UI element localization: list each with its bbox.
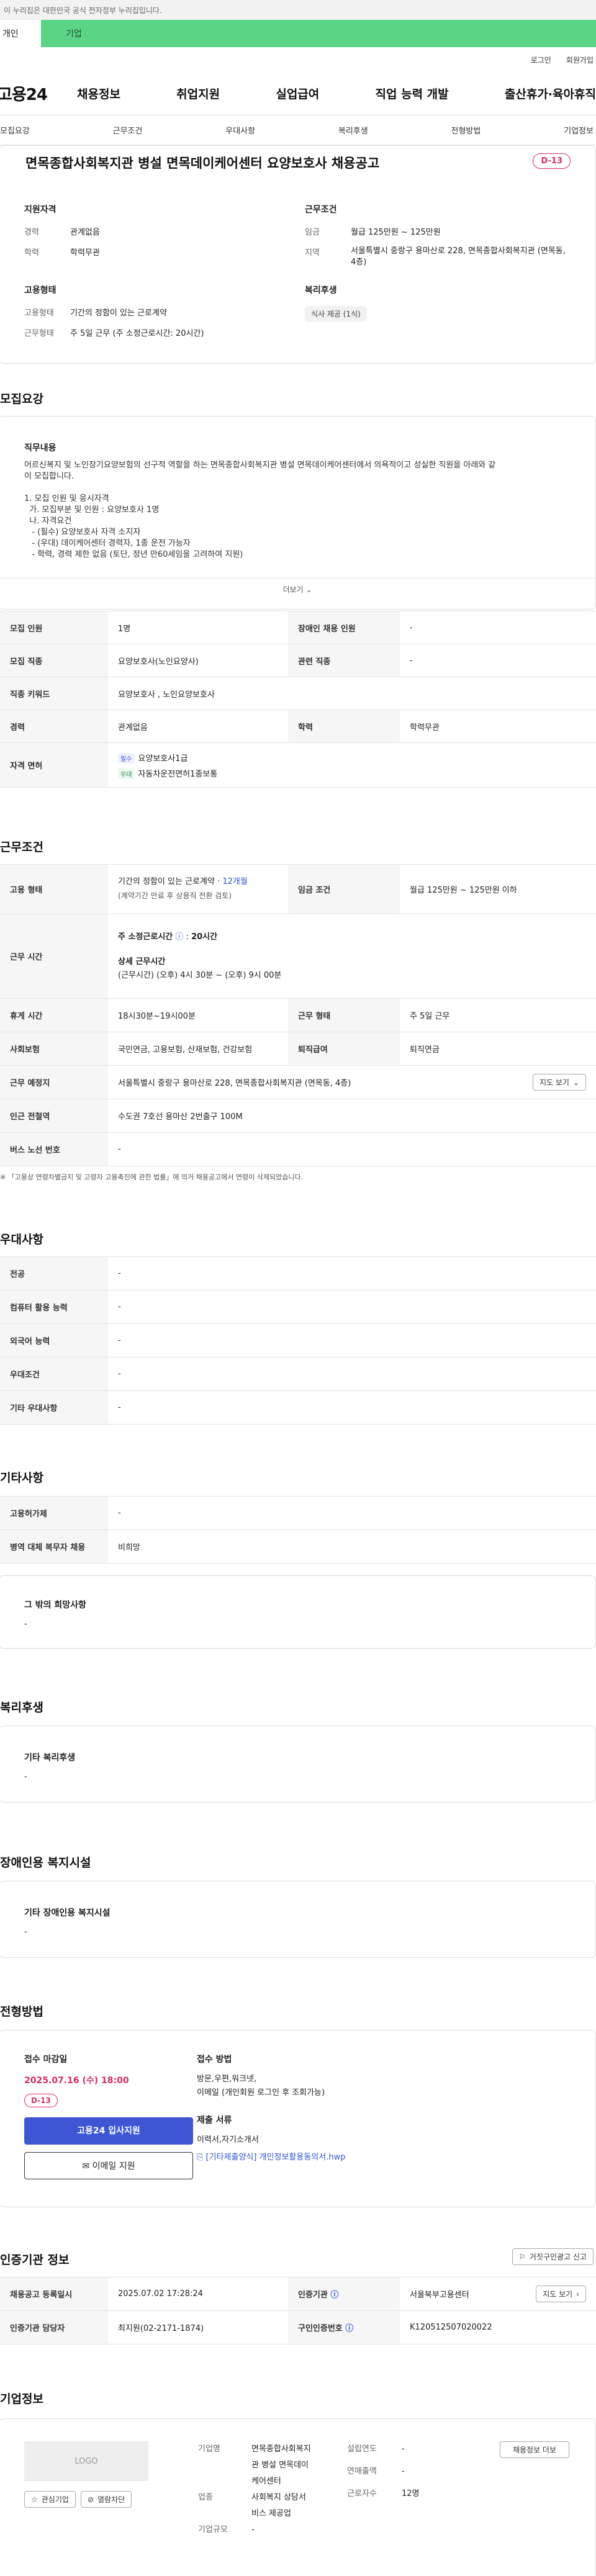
agency-table: 채용공고 등록일시 2025.07.02 17:28:24 인증기관 ⓘ 서울북부고…	[0, 2277, 596, 2344]
work-table: 고용 형태 기간의 정함이 있는 근로계약 · 12개월 (계약기간 만료 후 상…	[0, 864, 596, 1166]
description-line: - 학력, 경력 제한 없음 (토단, 정년 만60세임을 고려하여 지원)	[24, 550, 243, 559]
signup-link[interactable]: 회원가입	[566, 55, 594, 65]
pref-section-title: 우대사항	[0, 1233, 43, 1246]
subnav-process[interactable]: 전형방법	[451, 124, 481, 136]
subnav-work[interactable]: 근무조건	[113, 124, 143, 136]
map-button[interactable]: 지도 보기 ⌄	[532, 1074, 586, 1091]
main-nav: 고용24 채용정보 취업지원 실업급여 직업 능력 개발 출산휴가·육아휴직	[0, 72, 596, 115]
star-icon: ☆	[31, 2495, 38, 2504]
description-line: 1. 모집 인원 및 응시자격	[24, 494, 109, 503]
etc-section-title: 기타사항	[0, 1471, 43, 1485]
etc-hope-box: 그 밖의 희망사항 -	[0, 1575, 596, 1649]
subnav-pref[interactable]: 우대사항	[225, 124, 255, 136]
mail-icon: ✉	[82, 2161, 90, 2171]
section-nav: 모집요강 근무조건 우대사항 복리후생 전형방법 기업정보	[0, 115, 596, 145]
company-logo: LOGO	[24, 2441, 148, 2481]
more-button[interactable]: 더보기 ⌄	[0, 584, 595, 595]
util-menu: 로그인 회원가입	[0, 47, 596, 72]
block-icon: ⊘	[87, 2495, 94, 2504]
company-box: LOGO ☆ 관심기업 ⊘ 열람차단 기업명 업종 기업규모 면목종합사회복지 관 …	[0, 2418, 596, 2576]
chevron-down-icon: ⌄	[572, 1078, 579, 1087]
method-block: 접수 방법 방문,우편,워크넷, 이메일 (개인회원 로그인 후 조회가능) 제…	[197, 2053, 345, 2164]
company-section-title: 기업정보	[0, 2392, 43, 2406]
top-tabs: 개인 기업	[0, 20, 596, 47]
deadline-date: 2025.07.16 (수) 18:00	[24, 2076, 129, 2086]
nav-training[interactable]: 직업 능력 개발	[376, 85, 449, 102]
chevron-down-icon: ⌄	[305, 585, 312, 594]
subnav-recruit[interactable]: 모집요강	[0, 124, 30, 136]
subnav-welfare[interactable]: 복리후생	[338, 124, 368, 136]
tab-enterprise[interactable]: 기업	[41, 20, 596, 47]
logo[interactable]: 고용24	[0, 82, 77, 105]
recruit-section-title: 모집요강	[0, 392, 43, 406]
qualification-block: 지원자격 경력 관계없음 학력 학력무관	[24, 205, 100, 258]
email-apply-button[interactable]: ✉ 이메일 지원	[24, 2152, 193, 2179]
company-value-col: 면목종합사회복지 관 병설 면목데이 케어센터 사회복지 상담서 비스 제공업 …	[251, 2444, 311, 2534]
company-stats: 설립연도 - 연매출액 - 근로자수 12명	[347, 2444, 420, 2498]
nav-leave[interactable]: 출산휴가·육아휴직	[505, 85, 596, 102]
recruit-table: 모집 인원 1명 장애인 채용 인원 - 모집 직종 요양보호사(노인요양사) 관련 직종…	[0, 611, 596, 788]
work-condition-block: 근무조건 임금 월급 125만원 ~ 125만원 지역 서울특별시 중랑구 용마산로…	[305, 205, 566, 268]
pref-table: 전공 - 컴퓨터 활용 능력 - 외국어 능력 - 우대조건 - 기타 우대사항 -	[0, 1256, 596, 1425]
disabled-section-title: 장애인용 복지시설	[0, 1856, 91, 1870]
report-button[interactable]: ⚐ 거짓구인광고 신고	[512, 2248, 594, 2265]
gov-banner: 이 누리집은 대한민국 공식 전자정부 누리집입니다.	[0, 0, 596, 20]
apply-button[interactable]: 고용24 입사지원	[24, 2117, 193, 2145]
dday-badge: D-13	[24, 2094, 58, 2107]
description-line: 이 모집합니다.	[24, 472, 74, 481]
nav-employment-support[interactable]: 취업지원	[176, 85, 220, 102]
age-note: ※ 「고용상 연령차별금지 및 고령자 고용촉진에 관한 법률」에 의거 채용공…	[0, 1173, 304, 1181]
attachment-link[interactable]: ⎘ [기타제출양식] 개인정보활용동의서.hwp	[197, 2151, 345, 2164]
description-line: - (필수) 요양보호사 자격 소지자	[24, 528, 141, 537]
attachment-icon: ⎘	[197, 2153, 204, 2162]
process-section-title: 전형방법	[0, 2005, 43, 2019]
process-box: 접수 마감일 2025.07.16 (수) 18:00 D-13 고용24 입사…	[0, 2030, 596, 2207]
license-list: 필수 요양보호사1급 우대 자동차운전면허1종보통	[108, 742, 596, 788]
deadline-block: 접수 마감일 2025.07.16 (수) 18:00 D-13 고용24 입사…	[24, 2053, 193, 2179]
subnav-company[interactable]: 기업정보	[564, 124, 594, 136]
agency-map-button[interactable]: 지도 보기 ›	[536, 2286, 586, 2302]
report-icon: ⚐	[519, 2252, 526, 2261]
job-description-box: 직무내용 어르신복지 및 노인장기요양보험의 선구적 역할을 하는 면목종합사회…	[0, 416, 596, 610]
job-title: 면목종합사회복지관 병설 면목데이케어센터 요양보호사 채용공고	[25, 156, 380, 171]
description-line: 나. 자격요건	[24, 516, 72, 526]
summary-card: 면목종합사회복지관 병설 면목데이케어센터 요양보호사 채용공고 D-13 지원…	[0, 145, 596, 364]
welfare-block: 복리후생 식사 제공 (1식)	[305, 284, 367, 322]
login-link[interactable]: 로그인	[531, 55, 551, 65]
chevron-right-icon: ›	[576, 2289, 579, 2299]
welfare-section-title: 복리후생	[0, 1701, 43, 1714]
disabled-box: 기타 장애인용 복지시설 -	[0, 1881, 596, 1958]
nav-jobs[interactable]: 채용정보	[77, 85, 120, 102]
job-description-text: 어르신복지 및 노인장기요양보험의 선구적 역할을 하는 면목종합사회복지관 병…	[24, 460, 571, 561]
info-icon: ⓘ	[345, 2324, 354, 2333]
tab-personal[interactable]: 개인	[0, 20, 41, 47]
dday-badge: D-13	[533, 153, 571, 169]
description-line: - (우대) 데이케어센터 경력자, 1종 운전 가능자	[24, 539, 191, 548]
welfare-pill: 식사 제공 (1식)	[305, 306, 367, 322]
company-jobs-button[interactable]: 채용정보 더보	[499, 2441, 569, 2458]
agency-section-title: 인증기관 정보	[0, 2253, 70, 2267]
description-line: 어르신복지 및 노인장기요양보험의 선구적 역할을 하는 면목종합사회복지관 병…	[24, 461, 496, 470]
description-line: 가. 모집부분 및 인원 : 요양보호사 1명	[24, 505, 160, 515]
work-section-title: 근무조건	[0, 840, 43, 854]
block-company-button[interactable]: ⊘ 열람차단	[80, 2491, 132, 2508]
nav-unemployment[interactable]: 실업급여	[276, 85, 319, 102]
info-icon: ⓘ	[175, 932, 184, 942]
employment-type-block: 고용형태 고용형태 기간의 정함이 있는 근로계약 근무형태 주 5일 근무 (주 …	[24, 286, 204, 338]
company-key-col: 기업명 업종 기업규모	[198, 2444, 228, 2534]
etc-table: 고용허가제 - 병역 대체 복무자 채용 비희망	[0, 1496, 596, 1564]
welfare-box: 기타 복리후생 -	[0, 1726, 596, 1803]
description-line	[24, 482, 571, 493]
info-icon: ⓘ	[330, 2290, 339, 2300]
favorite-company-button[interactable]: ☆ 관심기업	[24, 2491, 76, 2508]
